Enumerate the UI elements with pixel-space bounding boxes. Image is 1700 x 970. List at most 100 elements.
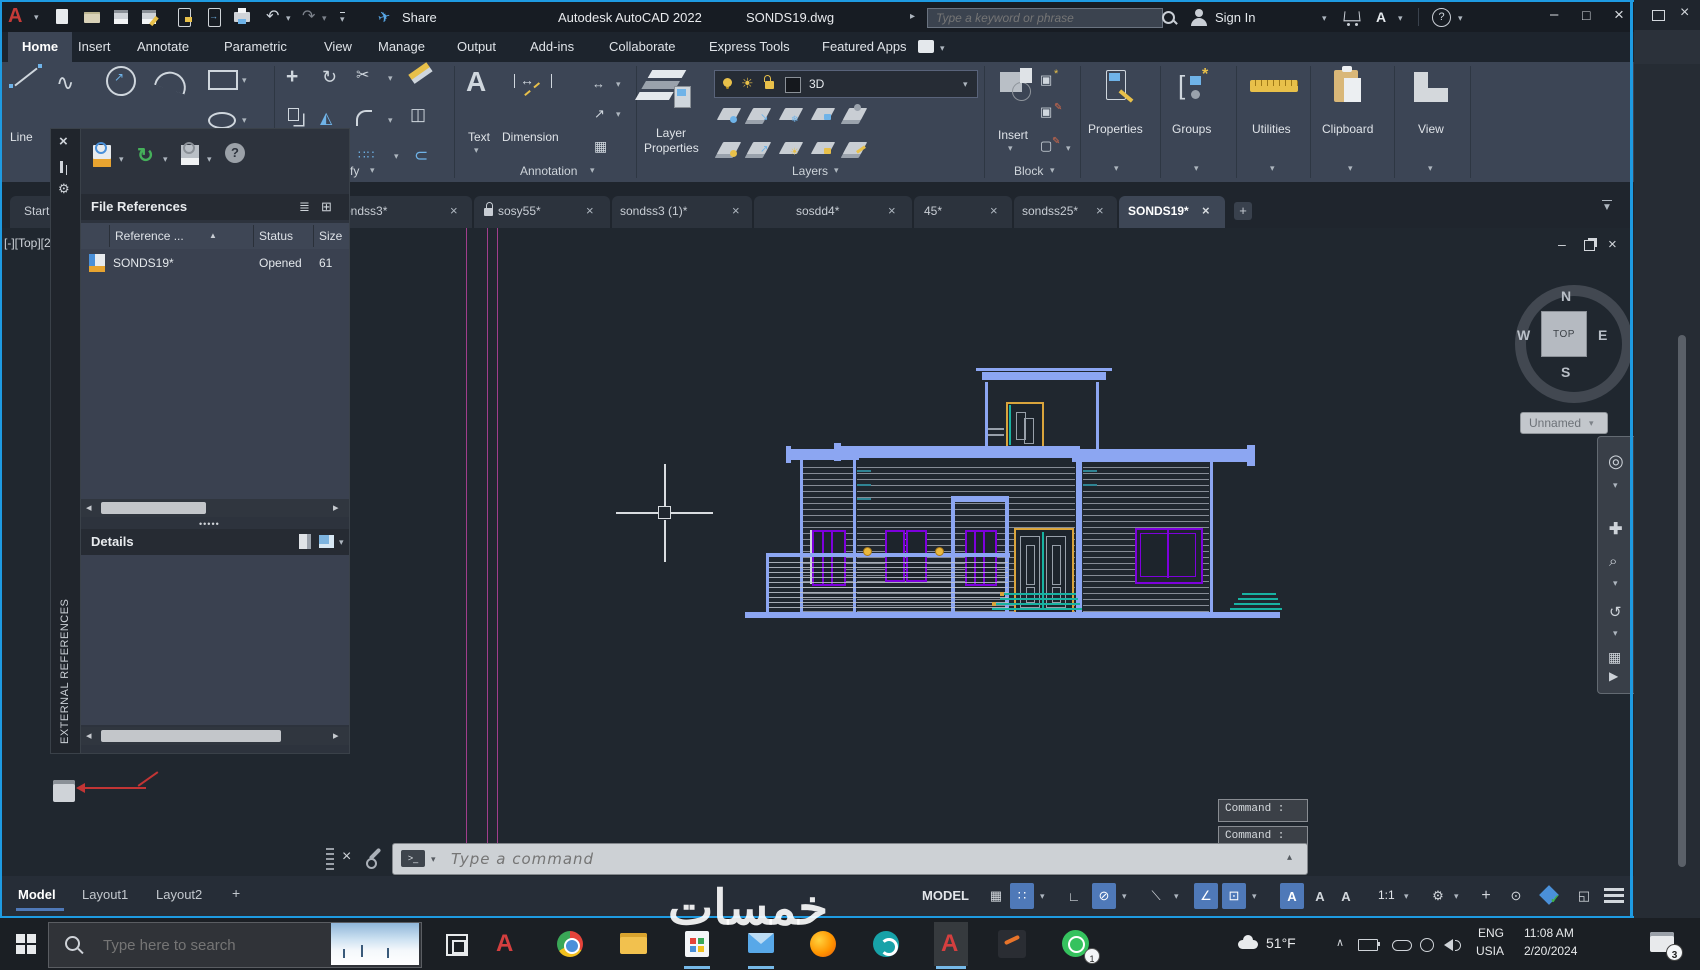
polar-dropdown-icon[interactable]: ▾ [1122,892,1127,901]
autoscale-icon[interactable]: A [1308,883,1332,909]
minimize-button[interactable]: – [1550,6,1558,23]
explode-tool-icon[interactable]: ◫ [410,106,426,123]
onedrive-cloud-icon[interactable] [1392,940,1412,951]
trim-tool-icon[interactable]: ✂ [356,68,369,84]
layer-lock-icon[interactable] [810,108,836,120]
background-window[interactable]: × [1634,0,1700,918]
tray-expand-icon[interactable]: ∧ [1336,936,1344,949]
properties-panel-label[interactable]: Properties [1088,122,1143,136]
rectangle-tool-icon[interactable] [208,70,238,90]
line-tool-icon[interactable] [14,67,38,87]
layer-on-icon[interactable] [723,78,732,87]
layer-combo-dropdown-icon[interactable]: ▾ [963,80,968,89]
new-tab-button[interactable]: + [1234,202,1252,220]
tray-date[interactable]: 2/20/2024 [1524,944,1577,958]
bg-window-scrollbar[interactable] [1678,335,1686,867]
bg-window-close-icon[interactable]: × [1680,4,1689,22]
taskbar-autocad-icon[interactable]: A [496,930,513,958]
tray-region[interactable]: USIA [1476,944,1504,958]
undo-icon[interactable]: ↶ [266,9,279,25]
view-panel-label[interactable]: View [1418,122,1444,136]
gear-dropdown-icon[interactable]: ▾ [1454,892,1459,901]
leader-dropdown-icon[interactable]: ▾ [616,110,621,119]
insert-label[interactable]: Insert [998,128,1028,142]
polyline-icon[interactable]: ∿ [56,72,74,94]
palette-close-icon[interactable]: × [59,133,68,150]
annotation-scale-icon[interactable]: A [1334,883,1358,909]
layers-panel-label[interactable]: Layers [792,164,828,178]
fillet-tool-icon[interactable] [356,110,372,126]
column-reference[interactable]: Reference ... [115,229,184,243]
refresh-dropdown-icon[interactable]: ▾ [163,155,168,164]
layer-combo[interactable]: ☀ 3D ▾ [714,70,978,98]
dimension-label[interactable]: Dimension [502,130,559,144]
groups-panel-dropdown-icon[interactable]: ▾ [1194,164,1199,173]
tab-close-icon[interactable]: × [1202,203,1210,218]
isolate-objects-icon[interactable]: ⊙ [1504,883,1528,909]
share-label[interactable]: Share [402,10,437,25]
file-tab-45[interactable]: 45* × [914,196,1012,228]
snap-mode-icon[interactable]: ∷ [1010,883,1034,909]
column-size[interactable]: Size [319,229,342,243]
dim-linear-icon[interactable]: ↔ [592,76,605,91]
file-tab-sosdd4[interactable]: sosdd4* × [754,196,912,228]
block-panel-label[interactable]: Block [1014,164,1043,178]
tab-add-ins[interactable]: Add-ins [530,39,574,54]
snap-dropdown-icon[interactable]: ▾ [1040,892,1045,901]
ellipse-dropdown-icon[interactable]: ▾ [242,116,247,125]
clean-screen-icon[interactable]: ◱ [1572,883,1596,909]
clipboard-panel-dropdown-icon[interactable]: ▾ [1348,164,1353,173]
layer-turn-on-icon[interactable] [716,142,742,154]
weather-temp[interactable]: 51°F [1266,935,1296,951]
rotate-tool-icon[interactable]: ↻ [322,68,337,86]
tab-overflow-icon[interactable]: ▼ [1602,200,1612,213]
text-dropdown-icon[interactable]: ▾ [474,146,479,155]
help-dropdown-icon[interactable]: ▾ [1458,14,1463,23]
object-snap-tracking-icon[interactable]: ∠ [1194,883,1218,909]
h-scrollbar[interactable]: ◂ ▸ [81,499,349,517]
tab-output[interactable]: Output [457,39,496,54]
erase-tool-icon[interactable] [408,62,430,80]
tab-featured-apps[interactable]: Featured Apps [822,39,907,54]
tab-close-icon[interactable]: × [888,203,896,218]
column-status[interactable]: Status [259,229,293,243]
file-tab-sondss25[interactable]: sondss25* × [1014,196,1117,228]
clipboard-panel-label[interactable]: Clipboard [1322,122,1373,136]
text-label[interactable]: Text [468,130,490,144]
redo-dropdown-icon[interactable]: ▾ [322,14,327,23]
user-icon[interactable] [1195,9,1203,17]
tab-collaborate[interactable]: Collaborate [609,39,676,54]
move-tool-icon[interactable]: + [286,66,298,87]
palette-title-strip[interactable]: × ⚙ EXTERNAL REFERENCES [50,128,82,754]
mail-icon[interactable] [748,933,774,953]
tab-parametric[interactable]: Parametric [224,39,287,54]
status-menu-icon[interactable] [1604,888,1624,891]
search-expand-icon[interactable]: ▸ [910,11,915,22]
new-layout-icon[interactable]: + [232,885,240,901]
preview-view-icon[interactable] [319,535,334,548]
close-button[interactable]: × [1614,5,1624,25]
layer-properties-label-2[interactable]: Properties [644,141,699,155]
array-dropdown-icon[interactable]: ▾ [394,152,399,161]
scroll-left-icon[interactable]: ◂ [86,729,92,742]
osnap-dropdown-icon[interactable]: ▾ [1252,892,1257,901]
create-block-icon[interactable]: ▣ [1040,72,1052,88]
scroll-thumb[interactable] [101,502,206,514]
model-tab[interactable]: Model [18,887,56,902]
attributes-dropdown-icon[interactable]: ▾ [1066,144,1071,153]
scroll-right-icon[interactable]: ▸ [333,501,339,514]
palette-autohide-icon[interactable] [60,161,63,173]
layer-unlock-icon[interactable] [765,81,774,89]
file-tab-sondss3[interactable]: sondss3* × [332,196,472,228]
ribbon-collapse-dropdown-icon[interactable]: ▾ [940,44,945,53]
help-icon[interactable]: ? [1432,8,1451,27]
palette-help-icon[interactable]: ? [225,143,245,163]
layer-unlock2-icon[interactable] [810,142,836,154]
line-label[interactable]: Line [10,130,33,144]
layout2-tab[interactable]: Layout2 [156,887,202,902]
qat-customize-icon[interactable]: ▾ [340,12,345,24]
taskbar-search-box[interactable] [48,922,422,968]
design-app-icon[interactable] [873,931,899,957]
customization-gear-icon[interactable]: ⚙ [1426,883,1450,909]
groups-bracket-icon[interactable]: [ [1178,70,1185,101]
